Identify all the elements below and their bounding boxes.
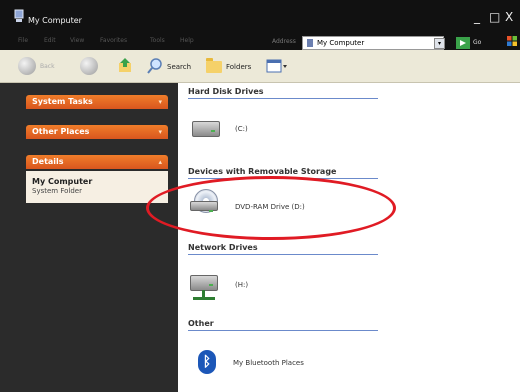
views-icon[interactable]	[266, 59, 288, 73]
window-title: My Computer	[28, 16, 82, 25]
details-subtitle: System Folder	[32, 187, 82, 195]
bluetooth-places-label[interactable]: My Bluetooth Places	[233, 359, 304, 367]
explorer-window: My Computer _ □ X File Edit View Favorit…	[0, 0, 520, 392]
bluetooth-icon[interactable]: ᛒ	[198, 350, 216, 374]
search-icon[interactable]	[146, 57, 164, 75]
other-places-header[interactable]: Other Places ▾	[26, 125, 168, 139]
maximize-button[interactable]: □	[489, 10, 500, 24]
network-bar-icon	[193, 297, 215, 300]
chevron-down-icon: ▾	[158, 98, 162, 106]
go-button-label[interactable]: Go	[473, 39, 481, 46]
group-divider	[188, 254, 378, 255]
group-divider	[188, 330, 378, 331]
highlight-circle	[146, 176, 396, 240]
system-tasks-header[interactable]: System Tasks ▾	[26, 95, 168, 109]
go-arrow-icon[interactable]	[456, 37, 470, 49]
group-title-hard-disk: Hard Disk Drives	[188, 87, 264, 96]
chevron-down-icon: ▾	[158, 128, 162, 136]
menu-view[interactable]: View	[70, 37, 84, 44]
computer-icon	[307, 39, 313, 47]
up-folder-icon[interactable]	[118, 57, 132, 73]
details-title: My Computer	[32, 177, 93, 186]
hard-drive-icon[interactable]	[192, 121, 220, 137]
title-bar: My Computer _ □ X	[0, 0, 520, 36]
menu-help[interactable]: Help	[180, 37, 194, 44]
drive-c-label[interactable]: (C:)	[235, 125, 248, 133]
address-dropdown-button[interactable]: ▾	[434, 38, 445, 49]
menu-tools[interactable]: Tools	[150, 37, 165, 44]
folders-icon[interactable]	[206, 58, 222, 73]
group-divider	[188, 98, 378, 99]
forward-arrow-icon[interactable]	[80, 57, 98, 75]
back-label[interactable]: Back	[40, 63, 55, 70]
menu-edit[interactable]: Edit	[44, 37, 56, 44]
menu-file[interactable]: File	[18, 37, 28, 44]
other-places-label: Other Places	[32, 127, 90, 136]
toolbar: Back Search Folders	[0, 50, 520, 83]
system-tasks-label: System Tasks	[32, 97, 93, 106]
task-pane: System Tasks ▾ Other Places ▾ Details ▴	[0, 83, 178, 392]
details-header[interactable]: Details ▴	[26, 155, 168, 169]
address-value: My Computer	[317, 39, 365, 47]
minimize-button[interactable]: _	[474, 10, 480, 24]
chevron-up-icon: ▴	[158, 158, 162, 166]
windows-logo-icon	[507, 36, 517, 46]
details-panel: My Computer System Folder	[26, 171, 168, 203]
address-label: Address	[272, 38, 296, 45]
drive-h-label[interactable]: (H:)	[235, 281, 248, 289]
group-title-removable: Devices with Removable Storage	[188, 167, 337, 176]
group-title-network: Network Drives	[188, 243, 258, 252]
menu-favorites[interactable]: Favorites	[100, 37, 127, 44]
details-label: Details	[32, 157, 64, 166]
address-field[interactable]: My Computer	[302, 36, 444, 50]
computer-icon	[14, 9, 24, 22]
search-button-label[interactable]: Search	[167, 63, 191, 71]
back-arrow-icon[interactable]	[18, 57, 36, 75]
folders-button-label[interactable]: Folders	[226, 63, 251, 71]
group-title-other: Other	[188, 319, 214, 328]
close-button[interactable]: X	[505, 10, 513, 24]
network-drive-icon[interactable]	[190, 275, 218, 291]
